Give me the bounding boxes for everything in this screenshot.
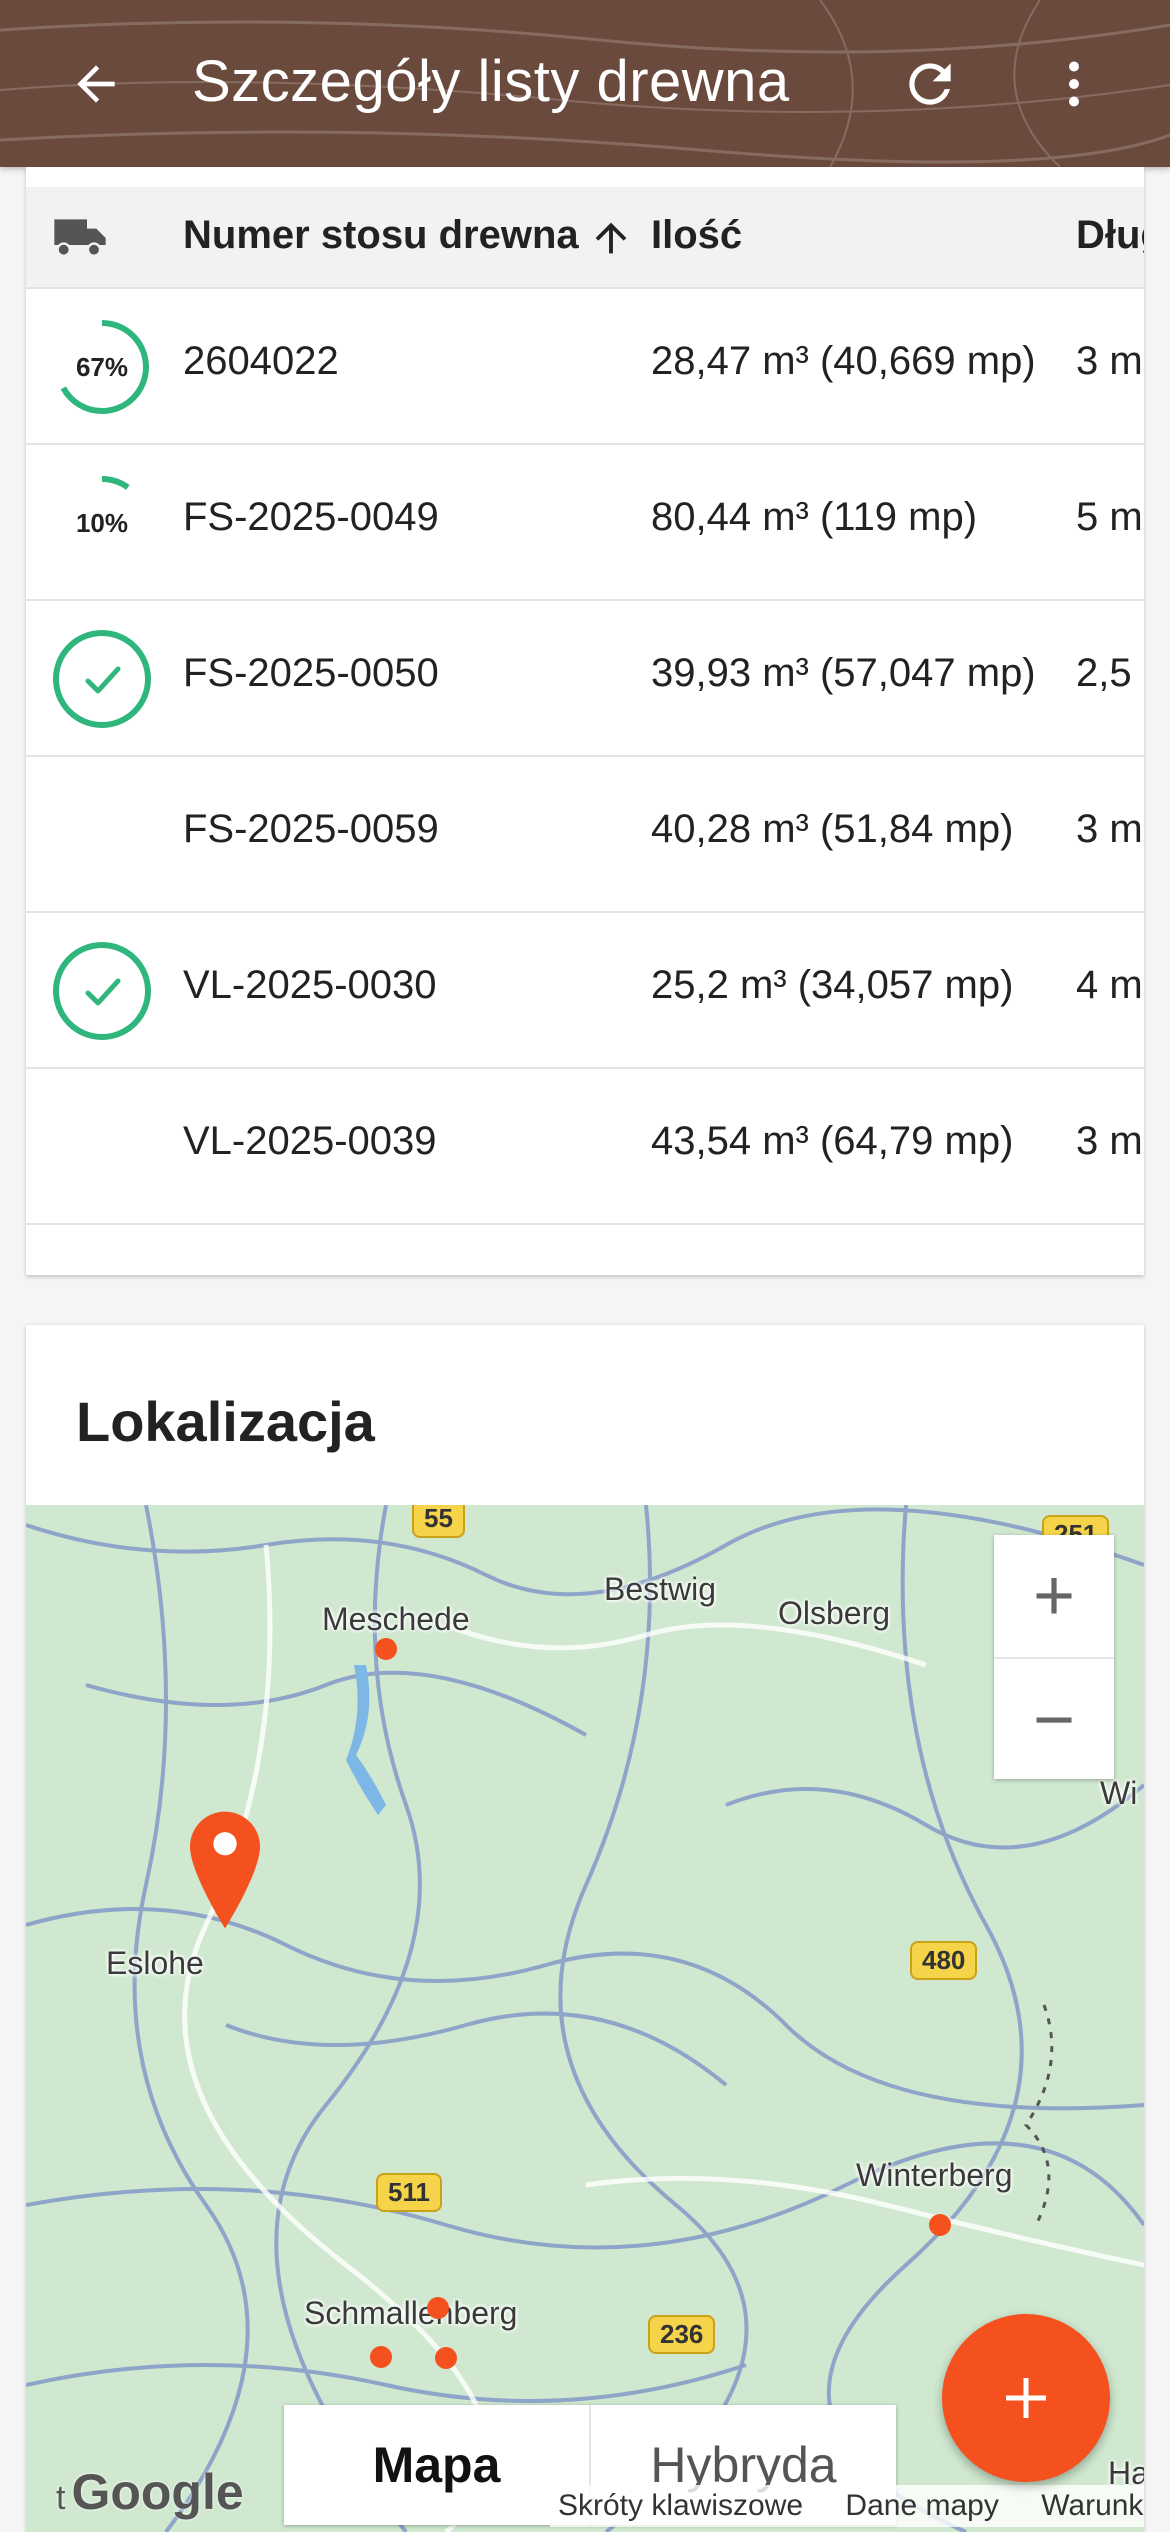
cell-length: 5 m <box>1076 495 1143 539</box>
refresh-button[interactable] <box>886 40 974 128</box>
zoom-in-button[interactable]: + <box>994 1535 1114 1659</box>
cell-quantity: 39,93 m³ (57,047 mp) <box>651 651 1036 695</box>
progress-label: 10% <box>76 508 128 538</box>
refresh-icon <box>909 63 951 105</box>
add-fab-button[interactable] <box>942 2314 1110 2482</box>
map-type-mapa[interactable]: Mapa <box>284 2405 591 2525</box>
table-row[interactable]: FS-2025-0050 39,93 m³ (57,047 mp) 2,5 <box>26 601 1144 757</box>
terms-link[interactable]: Warunki <box>1041 2489 1144 2522</box>
table-row[interactable]: VL-2025-0030 25,2 m³ (34,057 mp) 4 m <box>26 913 1144 1069</box>
cell-length: 3 m <box>1076 1119 1143 1163</box>
progress-ring: 67% <box>55 320 149 414</box>
app-bar: Szczegóły listy drewna <box>0 0 1170 167</box>
keyboard-shortcuts-link[interactable]: Skróty klawiszowe <box>558 2489 803 2522</box>
check-circle-icon <box>53 942 151 1040</box>
section-title-location: Lokalizacja <box>76 1390 375 1453</box>
table-row[interactable]: FS-2025-0059 40,28 m³ (51,84 mp) 3 m <box>26 757 1144 913</box>
table-row[interactable]: 67% 2604022 28,47 m³ (40,669 mp) 3 m <box>26 289 1144 445</box>
map-attribution: Skróty klawiszowe Dane mapy Warunki <box>550 2485 1144 2527</box>
map-data-link[interactable]: Dane mapy <box>845 2489 998 2522</box>
arrow-up-icon[interactable] <box>588 215 634 261</box>
more-vert-icon <box>1069 61 1079 107</box>
cell-number: FS-2025-0050 <box>183 651 439 695</box>
cell-length: 3 m <box>1076 339 1143 383</box>
arrow-back-icon <box>77 65 115 103</box>
zoom-controls: + − <box>994 1535 1114 1779</box>
page-title: Szczegóły listy drewna <box>192 49 790 114</box>
column-header-length[interactable]: Dług <box>1076 213 1144 258</box>
google-logo: t Google <box>56 2464 244 2520</box>
table-header: Numer stosu drewna Ilość Dług <box>26 187 1144 289</box>
check-circle-icon <box>53 630 151 728</box>
cell-number: VL-2025-0039 <box>183 1119 437 1163</box>
back-button[interactable] <box>52 40 140 128</box>
progress-ring: 10% <box>55 476 149 570</box>
cell-quantity: 25,2 m³ (34,057 mp) <box>651 963 1014 1007</box>
cell-length: 2,5 <box>1076 651 1132 695</box>
cell-length: 3 m <box>1076 807 1143 851</box>
cell-number: FS-2025-0049 <box>183 495 439 539</box>
table-row[interactable]: VL-2025-0039 43,54 m³ (64,79 mp) 3 m <box>26 1069 1144 1225</box>
cell-number: FS-2025-0059 <box>183 807 439 851</box>
table-row[interactable]: 10% FS-2025-0049 80,44 m³ (119 mp) 5 m <box>26 445 1144 601</box>
cell-quantity: 28,47 m³ (40,669 mp) <box>651 339 1036 383</box>
truck-icon <box>54 219 106 257</box>
column-header-number[interactable]: Numer stosu drewna <box>183 213 579 258</box>
cell-number: 2604022 <box>183 339 339 383</box>
progress-label: 67% <box>76 352 128 382</box>
more-options-button[interactable] <box>1030 40 1118 128</box>
cell-number: VL-2025-0030 <box>183 963 437 1007</box>
location-pin-icon[interactable] <box>190 1811 260 1929</box>
plus-icon <box>1006 2378 1046 2418</box>
wood-list-table: Numer stosu drewna Ilość Dług 67% 2604022… <box>26 167 1144 1275</box>
cell-length: 4 m <box>1076 963 1143 1007</box>
cell-quantity: 43,54 m³ (64,79 mp) <box>651 1119 1014 1163</box>
cell-quantity: 80,44 m³ (119 mp) <box>651 495 978 539</box>
cell-quantity: 40,28 m³ (51,84 mp) <box>651 807 1014 851</box>
zoom-out-button[interactable]: − <box>994 1659 1114 1781</box>
column-header-quantity[interactable]: Ilość <box>651 213 742 258</box>
